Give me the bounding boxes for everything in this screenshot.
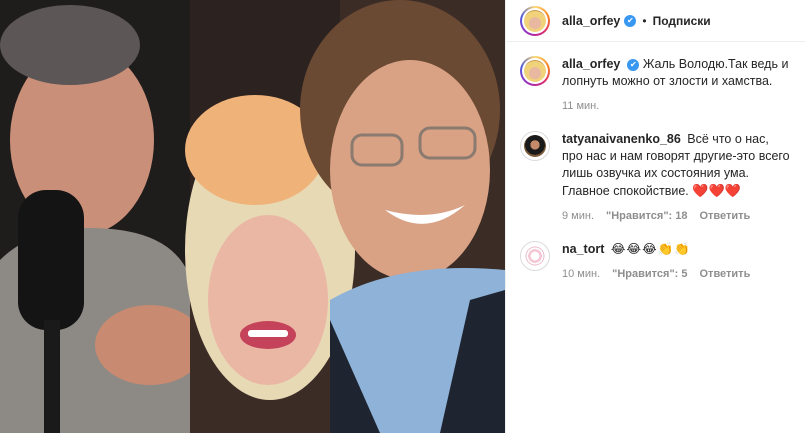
caption-meta: 11 мин. <box>562 98 791 115</box>
right-man-face <box>330 60 490 280</box>
reply-button[interactable]: Ответить <box>700 266 751 283</box>
caption-username[interactable]: alla_orfey <box>562 57 620 71</box>
heart-icon: ❤️❤️❤️ <box>692 183 741 198</box>
post-photo-illustration <box>0 0 505 433</box>
comment-body: na_tort 😂😂😂👏👏 10 мин. "Нравится": 5 Отве… <box>562 241 791 283</box>
comment-item: tatyanaivanenko_86 Всё что о нас, про на… <box>520 131 791 225</box>
caption: alla_orfey ✔ Жаль Володю.Так ведь и лопну… <box>520 56 791 115</box>
verified-badge-icon: ✔ <box>624 14 637 27</box>
comment-meta: 10 мин. "Нравится": 5 Ответить <box>562 266 791 283</box>
post-photo[interactable] <box>0 0 505 433</box>
post-sidebar: alla_orfey ✔ • Подписки alla_orfey ✔ Жаль… <box>505 0 805 433</box>
comments-list: alla_orfey ✔ Жаль Володю.Так ведь и лопну… <box>506 42 805 283</box>
comment-likes[interactable]: "Нравится": 5 <box>612 266 687 283</box>
comment-meta: 9 мин. "Нравится": 18 Ответить <box>562 208 791 225</box>
comment-item: na_tort 😂😂😂👏👏 10 мин. "Нравится": 5 Отве… <box>520 241 791 283</box>
comment-text: 😂😂😂👏👏 <box>610 242 691 256</box>
caption-body: alla_orfey ✔ Жаль Володю.Так ведь и лопну… <box>562 56 791 115</box>
reply-button[interactable]: Ответить <box>699 208 750 225</box>
author-username[interactable]: alla_orfey <box>562 14 620 28</box>
comment-avatar[interactable] <box>520 241 550 271</box>
caption-time[interactable]: 11 мин. <box>562 98 599 115</box>
comment-avatar[interactable] <box>520 131 550 161</box>
microphone <box>18 190 84 330</box>
comment-time[interactable]: 9 мин. <box>562 208 594 225</box>
comment-time[interactable]: 10 мин. <box>562 266 600 283</box>
left-man-hair <box>0 5 140 85</box>
comment-likes[interactable]: "Нравится": 18 <box>606 208 687 225</box>
caption-avatar[interactable] <box>520 56 550 86</box>
post-header: alla_orfey ✔ • Подписки <box>506 0 805 42</box>
microphone-stand <box>44 320 60 433</box>
pointing-hand <box>95 305 205 385</box>
header-separator: • <box>642 13 647 28</box>
comment-username[interactable]: tatyanaivanenko_86 <box>562 132 681 146</box>
woman-teeth <box>248 330 288 337</box>
following-button[interactable]: Подписки <box>653 14 711 28</box>
comment-body: tatyanaivanenko_86 Всё что о нас, про на… <box>562 131 791 225</box>
woman-face <box>208 215 328 385</box>
comment-username[interactable]: na_tort <box>562 242 604 256</box>
author-avatar[interactable] <box>520 5 550 36</box>
verified-badge-icon: ✔ <box>627 58 640 71</box>
